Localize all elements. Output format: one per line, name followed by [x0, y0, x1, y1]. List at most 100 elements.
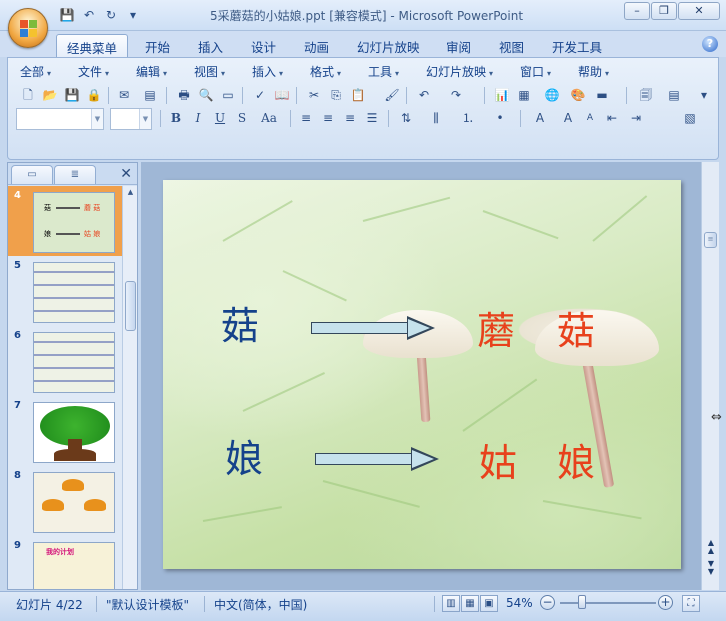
thumbnail-scrollbar[interactable]: ▲ — [122, 186, 137, 589]
more-icon[interactable]: ▾ — [694, 85, 714, 105]
thumbnail-item[interactable]: 8 — [8, 466, 122, 536]
previous-slide-icon[interactable]: ▲ ▲ — [705, 539, 717, 555]
menu-view[interactable]: 视图 ▾ — [194, 63, 225, 80]
office-button[interactable] — [8, 8, 48, 48]
grow-font-icon[interactable]: A — [558, 108, 578, 128]
shadow-button[interactable]: S — [232, 108, 252, 128]
tab-home[interactable]: 开始 — [135, 34, 180, 57]
layout-icon[interactable]: ▤ — [664, 85, 684, 105]
bold-button[interactable]: B — [166, 108, 186, 128]
design-icon[interactable]: ▧ — [680, 108, 700, 128]
zoom-out-icon[interactable]: − — [540, 595, 555, 610]
tab-classic-menu[interactable]: 经典菜单 — [56, 34, 129, 57]
permission-icon[interactable]: 🔒 — [84, 85, 104, 105]
zoom-level[interactable]: 54% — [506, 596, 533, 610]
slide-canvas[interactable]: 菇 蘑 菇 娘 姑 娘 — [163, 180, 681, 569]
shrink-font-icon[interactable]: A — [580, 108, 600, 128]
table-icon[interactable]: ▦ — [514, 85, 534, 105]
italic-button[interactable]: I — [188, 108, 208, 128]
thumbnail-item[interactable]: 7 — [8, 396, 122, 466]
tab-outline[interactable]: ≣ — [54, 165, 96, 184]
format-painter-icon[interactable]: 🖌 — [382, 85, 402, 105]
close-pane-icon[interactable]: ✕ — [120, 166, 132, 182]
tab-slides[interactable]: ▭ — [11, 165, 53, 184]
new-document-icon[interactable]: 🗋 — [18, 85, 38, 105]
thumbnail-item[interactable]: 9 我的计划 — [8, 536, 122, 589]
menu-tools[interactable]: 工具 ▾ — [368, 63, 399, 80]
menu-window[interactable]: 窗口 ▾ — [520, 63, 551, 80]
research-icon[interactable]: 📖 — [272, 85, 292, 105]
save-icon[interactable]: 💾 — [62, 85, 82, 105]
tab-insert[interactable]: 插入 — [188, 34, 233, 57]
color-scheme-icon[interactable]: 🎨 — [568, 85, 588, 105]
menu-edit[interactable]: 编辑 ▾ — [136, 63, 167, 80]
copy-icon[interactable]: ⎘ — [326, 85, 346, 105]
restore-button[interactable]: ❐ — [651, 2, 677, 20]
new-slide-icon[interactable]: 🗐 — [636, 85, 656, 105]
thumbnail-item[interactable]: 6 — [8, 326, 122, 396]
font-combobox[interactable]: ▼ — [16, 108, 104, 130]
save-icon[interactable]: 💾 — [58, 7, 76, 23]
zoom-in-icon[interactable]: + — [658, 595, 673, 610]
scroll-thumb[interactable]: ≡ — [704, 232, 717, 248]
slide-view-icon[interactable]: ▭ — [218, 85, 238, 105]
email-icon[interactable]: ✉ — [114, 85, 134, 105]
chart-icon[interactable]: 📊 — [492, 85, 512, 105]
columns-icon[interactable]: ⫼ — [426, 108, 446, 128]
align-center-icon[interactable]: ≡ — [318, 108, 338, 128]
fit-to-window-icon[interactable]: ⛶ — [682, 595, 700, 612]
menu-file[interactable]: 文件 ▾ — [78, 63, 109, 80]
decrease-indent-icon[interactable]: ⇤ — [602, 108, 622, 128]
tab-design[interactable]: 设计 — [241, 34, 286, 57]
tab-review[interactable]: 审阅 — [436, 34, 481, 57]
change-case-button[interactable]: Aa — [256, 108, 282, 128]
menu-all[interactable]: 全部 ▾ — [20, 63, 51, 80]
underline-button[interactable]: U — [210, 108, 230, 128]
paste-icon[interactable]: 📋 — [348, 85, 368, 105]
slideshow-view-icon[interactable]: ▣ — [480, 595, 498, 612]
slide-design-icon[interactable]: ▬ — [592, 85, 612, 105]
open-folder-icon[interactable]: 📂 — [40, 85, 60, 105]
redo-icon[interactable]: ↻ — [102, 7, 120, 23]
slide-scrollbar[interactable]: ≡ ▲ ▲ ▼ ▼ — [701, 162, 719, 590]
print-icon[interactable]: 🖶 — [174, 85, 194, 105]
normal-view-icon[interactable]: ▥ — [442, 595, 460, 612]
minimize-button[interactable]: – — [624, 2, 650, 20]
menu-slideshow[interactable]: 幻灯片放映 ▾ — [426, 63, 493, 80]
justify-icon[interactable]: ☰ — [362, 108, 382, 128]
hyperlink-icon[interactable]: 🌐 — [542, 85, 562, 105]
thumbnail-item[interactable]: 4 菇 蘑 菇 娘 姑 娘 — [8, 186, 122, 256]
qat-more-icon[interactable]: ▾ — [124, 7, 142, 23]
tab-animation[interactable]: 动画 — [294, 34, 339, 57]
bullets-icon[interactable]: • — [490, 108, 510, 128]
font-color-icon[interactable]: A — [530, 108, 550, 128]
tab-view[interactable]: 视图 — [489, 34, 534, 57]
print-preview-icon[interactable]: 🔍 — [196, 85, 216, 105]
numbering-icon[interactable]: ⒈ — [458, 108, 478, 128]
spelling-icon[interactable]: ✓ — [250, 85, 270, 105]
menu-format[interactable]: 格式 ▾ — [310, 63, 341, 80]
tab-developer[interactable]: 开发工具 — [542, 34, 612, 57]
undo-icon[interactable]: ↶ — [80, 7, 98, 23]
help-icon[interactable]: ? — [702, 36, 718, 52]
scroll-thumb[interactable] — [125, 281, 136, 331]
next-slide-icon[interactable]: ▼ ▼ — [705, 560, 717, 576]
increase-indent-icon[interactable]: ⇥ — [626, 108, 646, 128]
language-indicator[interactable]: 中文(简体，中国) — [214, 596, 307, 613]
redo-icon[interactable]: ↷ — [446, 85, 466, 105]
pdf-icon[interactable]: ▤ — [140, 85, 160, 105]
slide-sorter-icon[interactable]: ▦ — [461, 595, 479, 612]
thumbnail-item[interactable]: 5 — [8, 256, 122, 326]
menu-help[interactable]: 帮助 ▾ — [578, 63, 609, 80]
font-size-combobox[interactable]: ▼ — [110, 108, 152, 130]
zoom-slider[interactable] — [560, 602, 656, 604]
tab-slideshow[interactable]: 幻灯片放映 — [347, 34, 430, 57]
text-direction-icon[interactable]: ⇅ — [396, 108, 416, 128]
align-right-icon[interactable]: ≡ — [340, 108, 360, 128]
menu-insert[interactable]: 插入 ▾ — [252, 63, 283, 80]
undo-icon[interactable]: ↶ — [414, 85, 434, 105]
zoom-slider-knob[interactable] — [578, 595, 586, 609]
close-button[interactable]: ✕ — [678, 2, 720, 20]
align-left-icon[interactable]: ≡ — [296, 108, 316, 128]
cut-icon[interactable]: ✂ — [304, 85, 324, 105]
